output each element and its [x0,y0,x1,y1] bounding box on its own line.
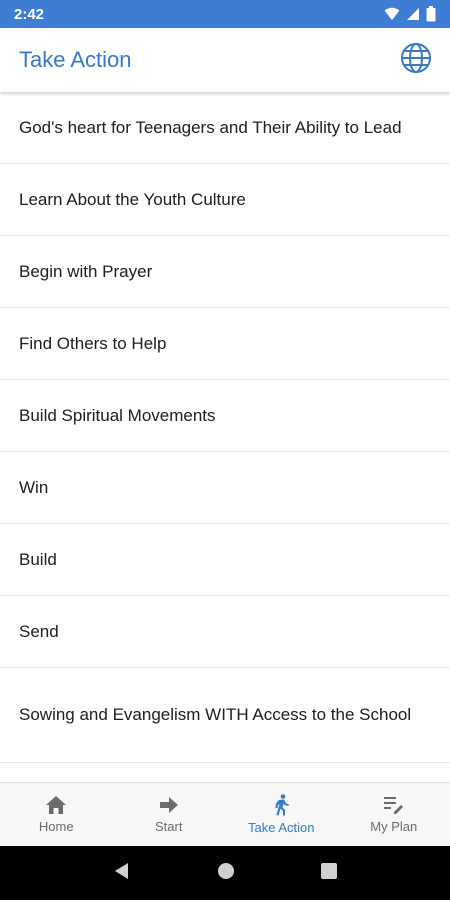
globe-icon [400,42,432,79]
nav-start[interactable]: Start [113,783,226,846]
language-button[interactable] [398,42,434,78]
status-icons [384,6,436,22]
battery-icon [426,6,436,22]
wifi-icon [384,7,400,21]
list-item[interactable]: God's heart for Teenagers and Their Abil… [0,92,450,164]
list-item-label: Find Others to Help [19,333,167,353]
list-item-label: Win [19,477,49,497]
list-item[interactable]: Find Others to Help [0,308,450,380]
arrow-right-icon [159,795,179,815]
system-navigation-bar [0,846,450,900]
list-item[interactable]: Build Spiritual Movements [0,380,450,452]
list-item-label: Sowing and Evangelism WITH Access to the… [19,705,412,724]
nav-label: Home [38,819,74,834]
nav-my-plan[interactable]: My Plan [338,783,450,846]
list-item[interactable]: Learn About the Youth Culture [0,164,450,236]
list-item[interactable]: Win [0,452,450,524]
list-item[interactable]: Sowing and Evangelism WITH Access to the… [0,668,450,763]
list-item-label: Learn About the Youth Culture [19,189,246,209]
nav-label: Take Action [248,820,315,835]
list-item-label: Build [19,549,57,569]
status-time: 2:42 [14,5,45,23]
list-item-label: Build Spiritual Movements [19,405,216,425]
list-item[interactable]: Send [0,596,450,668]
bottom-navigation: Home Start Take Action My Plan [0,782,450,846]
recents-icon[interactable] [321,862,337,884]
nav-label: My Plan [370,819,418,834]
list-item-label: Begin with Prayer [19,261,153,281]
list-item[interactable]: Begin with Prayer [0,236,450,308]
home-circle-icon[interactable] [217,862,235,885]
page-title: Take Action [19,47,132,72]
status-bar: 2:42 [0,0,450,28]
home-icon [45,795,67,815]
app-bar: Take Action [0,28,450,92]
list-item[interactable]: Build [0,524,450,596]
walking-icon [271,794,291,816]
edit-list-icon [383,795,405,815]
back-icon[interactable] [113,862,131,885]
nav-label: Start [155,819,183,834]
nav-take-action[interactable]: Take Action [225,783,338,846]
list-item-label: Send [19,621,59,641]
topic-list: God's heart for Teenagers and Their Abil… [0,92,450,782]
list-item-label: God's heart for Teenagers and Their Abil… [19,117,402,137]
nav-home[interactable]: Home [0,783,113,846]
signal-icon [406,7,420,21]
